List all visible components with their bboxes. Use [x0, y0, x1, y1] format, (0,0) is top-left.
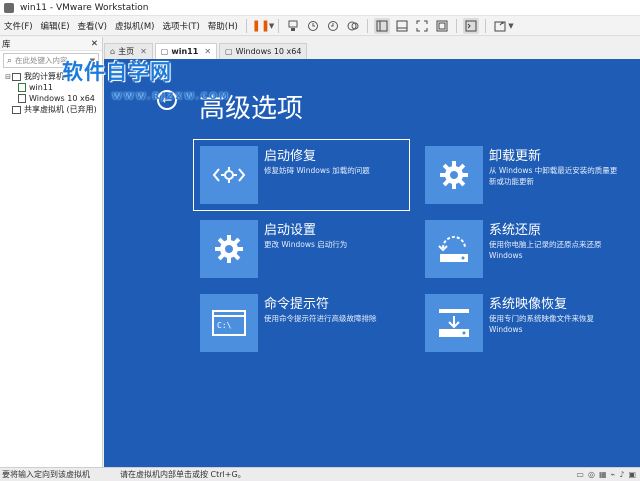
option-description: 从 Windows 中卸载最近安装的质量更新或功能更新 [489, 166, 618, 186]
toolbar-divider [245, 18, 247, 33]
running-vm-icon [18, 83, 26, 92]
watermark-logo: 软件自学网 [62, 60, 172, 84]
option-system-image-recovery[interactable]: 系统映像恢复 使用专门的系统映像文件来恢复 Windows [419, 288, 634, 358]
menu-tabs[interactable]: 选项卡(T) [158, 20, 203, 32]
option-description: 修复妨碍 Windows 加载的问题 [264, 166, 370, 175]
home-icon: ⌂ [110, 47, 116, 56]
tree-item-label: Windows 10 x64 [29, 94, 95, 103]
pause-icon[interactable]: ❚❚ [252, 18, 270, 34]
chevron-down-icon[interactable]: ▼ [508, 22, 513, 30]
tab-windows10[interactable]: ▢ Windows 10 x64 [219, 43, 308, 59]
vm-icon: ▢ [160, 47, 169, 56]
title-bar: win11 - VMware Workstation [0, 0, 640, 16]
menu-help[interactable]: 帮助(H) [204, 20, 242, 32]
hard-disk-icon[interactable]: ▭ [576, 470, 584, 479]
library-title: 库 [2, 39, 11, 50]
tree-item-label: 我的计算机 [24, 72, 64, 81]
snapshot-icon[interactable] [305, 18, 321, 34]
tab-label: win11 [171, 47, 199, 56]
stretch-guest-icon[interactable] [492, 18, 508, 34]
vm-tabs: ⌂ 主页 ✕ ▢ win11 ✕ ▢ Windows 10 x64 [104, 41, 640, 59]
close-icon[interactable]: ✕ [140, 47, 147, 56]
vm-icon: ▢ [225, 47, 233, 56]
unity-icon[interactable] [434, 18, 450, 34]
system-restore-icon [425, 220, 483, 278]
gear-icon [200, 220, 258, 278]
status-message: 请在虚拟机内部单击或按 Ctrl+G。 [120, 470, 246, 479]
tree-item-label: win11 [29, 83, 54, 92]
cd-drive-icon[interactable]: ◎ [588, 470, 595, 479]
option-description: 更改 Windows 启动行为 [264, 240, 348, 249]
tree-item-label: 共享虚拟机 (已弃用) [24, 105, 97, 114]
command-prompt-icon: C:\ [200, 294, 258, 352]
sound-icon[interactable]: ♪ [619, 470, 624, 479]
startup-repair-icon [200, 146, 258, 204]
vm-display[interactable]: ← 高级选项 启动修复 修复妨碍 Windows 加载的问题 卸载更新 从 Wi… [104, 59, 640, 467]
menu-toolbar: 文件(F) 编辑(E) 查看(V) 虚拟机(M) 选项卡(T) 帮助(H) ❚❚… [0, 16, 640, 36]
toolbar-divider [485, 18, 487, 33]
network-icon[interactable]: ▦ [599, 470, 607, 479]
close-icon[interactable]: ✕ [204, 47, 211, 56]
option-description: 使用命令提示符进行高级故障排除 [264, 314, 377, 323]
option-title: 启动修复 [264, 149, 317, 164]
library-header: 库 ✕ [0, 37, 102, 51]
vmware-app-icon [4, 2, 14, 13]
window-title: win11 - VMware Workstation [20, 2, 149, 13]
show-library-icon[interactable] [374, 17, 391, 34]
option-title: 系统还原 [489, 223, 542, 238]
close-icon[interactable]: ✕ [91, 39, 98, 49]
usb-icon[interactable]: ⌁ [611, 470, 616, 479]
menu-edit[interactable]: 编辑(E) [37, 20, 74, 32]
menu-view[interactable]: 查看(V) [74, 20, 111, 32]
toolbar-divider [456, 18, 458, 33]
display-icon[interactable]: ▣ [628, 470, 636, 479]
vm-icon [18, 94, 26, 103]
image-recovery-icon [425, 294, 483, 352]
search-icon: ⌕ [7, 55, 13, 66]
option-description: 使用专门的系统映像文件来恢复 Windows [489, 314, 594, 334]
option-title: 命令提示符 [264, 297, 330, 312]
tab-label: Windows 10 x64 [235, 47, 302, 56]
console-view-icon[interactable] [463, 17, 480, 34]
menu-vm[interactable]: 虚拟机(M) [111, 20, 158, 32]
tree-item-shared-vms[interactable]: 共享虚拟机 (已弃用) [0, 104, 102, 115]
computer-icon [12, 72, 21, 81]
toolbar-divider [367, 18, 369, 33]
shared-vm-icon [12, 105, 21, 114]
option-startup-repair[interactable]: 启动修复 修复妨碍 Windows 加载的问题 [193, 139, 410, 211]
status-left-text: 要将输入定向到该虚拟机 [2, 470, 90, 479]
revert-snapshot-icon[interactable] [325, 18, 341, 34]
collapse-toggle-icon[interactable]: ⊟ [4, 73, 12, 81]
menu-file[interactable]: 文件(F) [0, 20, 37, 32]
option-title: 启动设置 [264, 223, 317, 238]
gear-icon [425, 146, 483, 204]
chevron-down-icon[interactable]: ▼ [269, 22, 274, 30]
toolbar-divider [278, 18, 280, 33]
snapshot-manager-icon[interactable] [345, 18, 361, 34]
fullscreen-icon[interactable] [414, 18, 430, 34]
option-startup-settings[interactable]: 启动设置 更改 Windows 启动行为 [194, 214, 409, 284]
send-ctrl-alt-del-icon[interactable] [285, 18, 301, 34]
option-command-prompt[interactable]: C:\ 命令提示符 使用命令提示符进行高级故障排除 [194, 288, 409, 358]
status-bar: 要将输入定向到该虚拟机 请在虚拟机内部单击或按 Ctrl+G。 ▭ ◎ ▦ ⌁ … [0, 467, 640, 481]
watermark-url: WWW.RJZXW.COM [112, 92, 231, 102]
option-title: 卸载更新 [489, 149, 542, 164]
library-panel: 库 ✕ ⌕ 在此处键入内容... ▼ ⊟ 我的计算机 win11 Windows… [0, 37, 103, 467]
option-description: 使用你电脑上记录的还原点来还原 Windows [489, 240, 602, 260]
option-system-restore[interactable]: 系统还原 使用你电脑上记录的还原点来还原 Windows [419, 214, 634, 284]
option-title: 系统映像恢复 [489, 297, 568, 312]
thumbnail-bar-icon[interactable] [394, 18, 410, 34]
option-uninstall-updates[interactable]: 卸载更新 从 Windows 中卸载最近安装的质量更新或功能更新 [419, 140, 634, 210]
tree-item-windows10[interactable]: Windows 10 x64 [0, 93, 102, 104]
prompt-text: C:\ [217, 321, 232, 330]
device-icons: ▭ ◎ ▦ ⌁ ♪ ▣ [576, 470, 640, 479]
